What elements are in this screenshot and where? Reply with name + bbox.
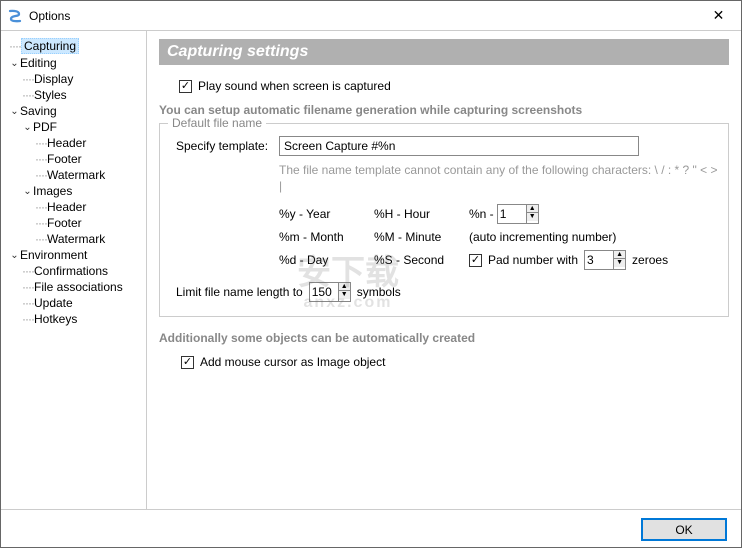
app-logo-icon — [7, 8, 23, 24]
symbols-label: symbols — [357, 285, 401, 299]
add-mouse-checkbox[interactable] — [181, 356, 194, 369]
specify-template-label: Specify template: — [176, 139, 271, 153]
page-title: Capturing settings — [159, 39, 729, 65]
n-spinner-input[interactable] — [498, 205, 526, 223]
tree-pdf-footer[interactable]: ····Footer — [9, 151, 146, 167]
pad-spinner-down[interactable]: ▼ — [614, 259, 625, 267]
code-hour: %H - Hour — [374, 207, 469, 221]
code-n-label: %n - — [469, 207, 494, 221]
pad-number-label: Pad number with — [488, 253, 578, 267]
limit-label: Limit file name length to — [176, 285, 303, 299]
n-spinner[interactable]: ▲▼ — [497, 204, 539, 224]
tree-img-watermark[interactable]: ····Watermark — [9, 231, 146, 247]
tree-pdf-watermark[interactable]: ····Watermark — [9, 167, 146, 183]
code-minute: %M - Minute — [374, 230, 469, 244]
chevron-down-icon: ⌄ — [9, 250, 20, 261]
n-spinner-down[interactable]: ▼ — [527, 213, 538, 221]
tree-images[interactable]: ⌄Images — [9, 183, 146, 199]
chevron-down-icon: ⌄ — [22, 122, 33, 133]
tree-img-footer[interactable]: ····Footer — [9, 215, 146, 231]
tree-capturing[interactable]: ····Capturing — [9, 37, 146, 55]
chevron-down-icon: ⌄ — [22, 186, 33, 197]
chevron-down-icon: ⌄ — [9, 58, 20, 69]
tree-file-associations[interactable]: ····File associations — [9, 279, 146, 295]
code-month: %m - Month — [279, 230, 374, 244]
play-sound-checkbox[interactable] — [179, 80, 192, 93]
limit-spinner[interactable]: ▲▼ — [309, 282, 351, 302]
window-title: Options — [29, 9, 696, 23]
n-spinner-up[interactable]: ▲ — [527, 205, 538, 213]
template-hint: The file name template cannot contain an… — [279, 162, 718, 194]
pad-number-checkbox[interactable] — [469, 254, 482, 267]
pad-spinner-input[interactable] — [585, 251, 613, 269]
tree-saving[interactable]: ⌄Saving — [9, 103, 146, 119]
code-year: %y - Year — [279, 207, 374, 221]
add-mouse-label: Add mouse cursor as Image object — [200, 355, 385, 369]
limit-spinner-input[interactable] — [310, 283, 338, 301]
limit-spinner-down[interactable]: ▼ — [339, 291, 350, 299]
tree-update[interactable]: ····Update — [9, 295, 146, 311]
auto-inc-label: (auto incrementing number) — [469, 230, 669, 244]
pad-spinner-up[interactable]: ▲ — [614, 251, 625, 259]
tree-hotkeys[interactable]: ····Hotkeys — [9, 311, 146, 327]
additional-intro: Additionally some objects can be automat… — [159, 331, 729, 345]
nav-tree: ····Capturing ⌄Editing ····Display ····S… — [1, 31, 147, 509]
tree-editing[interactable]: ⌄Editing — [9, 55, 146, 71]
tree-environment[interactable]: ⌄Environment — [9, 247, 146, 263]
filename-intro: You can setup automatic filename generat… — [159, 103, 729, 117]
limit-spinner-up[interactable]: ▲ — [339, 283, 350, 291]
code-second: %S - Second — [374, 253, 469, 267]
template-input[interactable] — [279, 136, 639, 156]
chevron-down-icon: ⌄ — [9, 106, 20, 117]
tree-confirmations[interactable]: ····Confirmations — [9, 263, 146, 279]
pad-spinner[interactable]: ▲▼ — [584, 250, 626, 270]
tree-display[interactable]: ····Display — [9, 71, 146, 87]
close-button[interactable]: ✕ — [696, 1, 741, 31]
tree-img-header[interactable]: ····Header — [9, 199, 146, 215]
tree-styles[interactable]: ····Styles — [9, 87, 146, 103]
play-sound-label: Play sound when screen is captured — [198, 79, 391, 93]
tree-pdf[interactable]: ⌄PDF — [9, 119, 146, 135]
ok-button[interactable]: OK — [641, 518, 727, 541]
code-day: %d - Day — [279, 253, 374, 267]
zeroes-label: zeroes — [632, 253, 668, 267]
tree-pdf-header[interactable]: ····Header — [9, 135, 146, 151]
default-filename-legend: Default file name — [168, 116, 266, 130]
